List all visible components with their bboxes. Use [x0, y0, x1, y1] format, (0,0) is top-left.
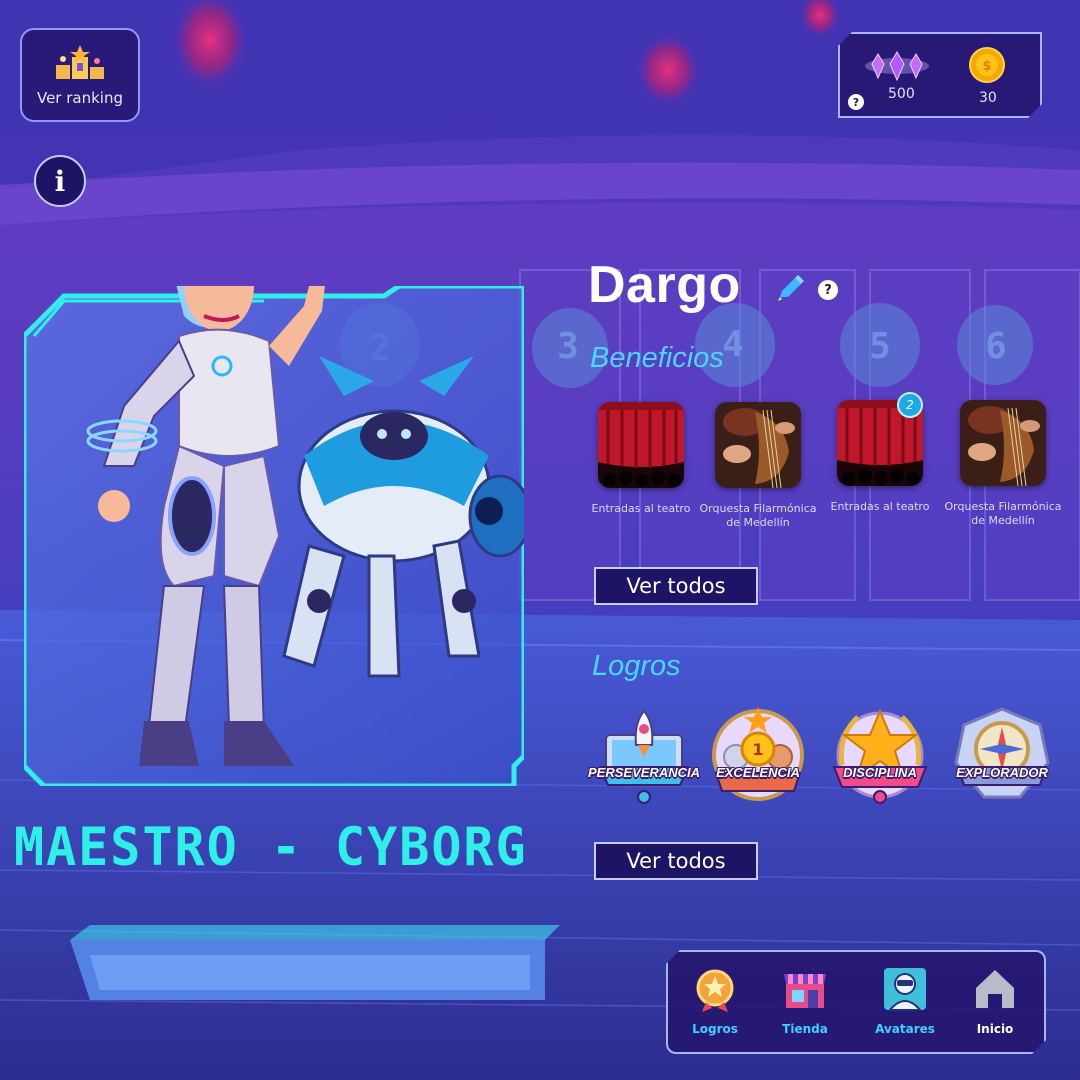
medal-icon — [692, 966, 738, 1012]
benefit-item[interactable]: Orquesta Filarmónica de Medellín — [693, 402, 823, 530]
nav-item-logros[interactable]: Logros — [670, 952, 760, 1056]
violin-image — [960, 400, 1046, 486]
achievements-view-all-button[interactable]: Ver todos — [594, 842, 758, 880]
currency-help-button[interactable]: ? — [848, 94, 864, 110]
benefit-item[interactable]: Orquesta Filarmónica de Medellín — [938, 400, 1068, 528]
nav-label: Logros — [692, 1022, 738, 1036]
benefit-item[interactable]: Entradas al teatro — [576, 402, 706, 516]
coins-amount: 30 — [979, 90, 997, 106]
achievement-label: EXPLORADOR — [956, 765, 1048, 780]
hall-number-3: 3 — [557, 326, 579, 367]
star-laurel-badge-icon — [832, 708, 928, 804]
benefit-caption: Orquesta Filarmónica de Medellín — [699, 502, 817, 529]
violin-image — [715, 402, 801, 488]
nav-label: Avatares — [875, 1022, 935, 1036]
ranking-button[interactable]: Ver ranking — [20, 28, 140, 122]
achievements-title: Logros — [592, 650, 681, 682]
benefit-caption: Entradas al teatro — [830, 500, 930, 513]
pencil-icon[interactable] — [774, 273, 806, 305]
benefit-count-badge: 2 — [897, 392, 923, 418]
avatar-icon — [882, 966, 928, 1012]
benefits-title: Beneficios — [590, 342, 724, 374]
store-icon — [782, 966, 828, 1012]
gems-icon — [864, 48, 930, 84]
hall-number-5: 5 — [869, 326, 891, 367]
nav-item-avatares[interactable]: Avatares — [860, 952, 950, 1056]
achievement-badge[interactable]: EXPLORADOR — [950, 705, 1054, 809]
ranking-label: Ver ranking — [36, 89, 123, 107]
bottom-navigation: Logros Tienda Avatares Inicio — [666, 950, 1046, 1054]
achievement-badge[interactable]: PERSEVERANCIA — [588, 705, 700, 809]
rank-title: MAESTRO - CYBORG — [14, 816, 528, 878]
achievement-badge[interactable]: DISCIPLINA — [828, 705, 932, 809]
nav-label: Inicio — [976, 1022, 1014, 1036]
name-help-button[interactable]: ? — [818, 280, 838, 300]
player-name: Dargo — [588, 256, 741, 314]
benefit-caption: Orquesta Filarmónica de Medellín — [944, 500, 1062, 527]
info-button[interactable]: i — [34, 155, 86, 207]
nav-label: Tienda — [782, 1022, 828, 1036]
achievement-label: DISCIPLINA — [843, 765, 917, 780]
coin-icon: $ — [968, 46, 1006, 84]
theater-curtain-image — [598, 402, 684, 488]
achievement-badge[interactable]: 1 EXCELENCIA — [706, 705, 810, 809]
info-icon: i — [54, 164, 66, 198]
svg-text:$: $ — [982, 59, 991, 74]
avatar-frame — [24, 286, 524, 786]
gems-amount: 500 — [888, 86, 915, 102]
benefits-view-all-button[interactable]: Ver todos — [594, 567, 758, 605]
hall-number-6: 6 — [985, 326, 1007, 367]
nav-item-inicio[interactable]: Inicio — [950, 952, 1040, 1056]
currency-panel: 500 $ 30 ? — [838, 32, 1042, 118]
podium-medal-badge-icon: 1 — [712, 707, 804, 801]
svg-text:1: 1 — [752, 740, 763, 759]
nav-item-tienda[interactable]: Tienda — [760, 952, 850, 1056]
podium-trophy-icon — [56, 45, 104, 79]
home-icon — [972, 966, 1018, 1012]
achievement-label: EXCELENCIA — [716, 765, 800, 780]
rocket-laptop-badge-icon — [598, 709, 690, 804]
benefit-caption: Entradas al teatro — [591, 502, 691, 515]
achievement-label: PERSEVERANCIA — [588, 765, 700, 780]
compass-badge-icon — [954, 707, 1050, 799]
benefit-item[interactable]: 2 Entradas al teatro — [815, 392, 945, 514]
hall-number-4: 4 — [722, 324, 744, 365]
